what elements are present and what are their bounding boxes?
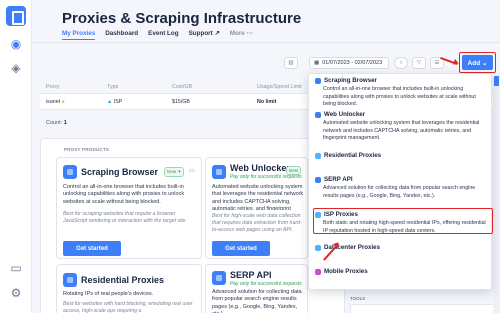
serp-api-icon [315,176,321,183]
warning-icon: ● [61,98,65,105]
product-card-scraping-browser[interactable]: Scraping Browser New ✦ ▭ Control an all-… [56,157,202,259]
menu-item-serp-api[interactable]: SERP API Advanced solution for collectin… [315,176,487,200]
residential-proxies-icon [63,273,77,287]
app-logo[interactable] [6,6,26,26]
card-note: Best for scraping websites that require … [63,211,186,225]
mobile-proxies-icon [315,268,321,275]
residential-proxies-icon [315,152,321,159]
column-header-cost[interactable]: Cost/GB [172,84,257,90]
scraping-browser-icon [63,165,77,179]
left-sidebar: ◉ ◈ ▭ ⚙ [0,0,32,313]
cell-proxy-type: ▲ ISP [107,98,123,105]
card-description: Control an all-in-one browser that inclu… [63,184,185,205]
product-card-serp-api[interactable]: SERP API Pay only for successful request… [205,264,308,313]
card-title: Scraping Browser [81,167,159,177]
tools-panel [350,304,495,313]
calendar-icon: ▦ [314,60,320,66]
page-title: Proxies & Scraping Infrastructure [62,10,302,27]
card-description: Automated website unlocking system that … [212,184,304,210]
card-title: Web Unlocker [230,163,290,173]
new-badge: New ✦ [164,167,185,177]
isp-proxies-highlight [313,208,493,234]
product-card-web-unlocker[interactable]: Web Unlocker Best Pay only for successfu… [205,157,308,259]
tab-my-proxies[interactable]: My Proxies [62,30,96,40]
add-button-highlight [459,52,496,73]
datacenter-proxies-icon [315,244,321,251]
scraping-browser-icon [315,77,321,84]
settings-gear-icon[interactable]: ⚙ [8,285,24,301]
right-edge-strip [493,73,500,313]
tab-event-log[interactable]: Event Log [148,30,178,40]
menu-item-mobile-proxies[interactable]: Mobile Proxies [315,268,487,275]
pay-note: Pay only for successful requests [230,174,302,180]
main-tabs: My Proxies Dashboard Event Log Support ↗… [62,30,253,40]
add-product-dropdown: Scraping Browser Control an all-in-one b… [308,73,492,290]
web-unlocker-icon [212,165,226,179]
web-unlocker-icon [315,111,321,118]
date-range-picker[interactable]: ▦ 01/07/2023 - 02/07/2023 [309,57,389,69]
tab-support[interactable]: Support ↗ [189,30,220,40]
layers-icon[interactable]: ◈ [8,60,24,76]
pay-note: Pay only for successful requests [230,281,302,287]
cell-proxy-name[interactable]: isanet ● [40,99,107,105]
tab-more[interactable]: More ⋯ [230,30,253,40]
tools-label: TOOLS [350,296,366,301]
card-title: Residential Proxies [81,275,165,285]
menu-item-web-unlocker[interactable]: Web Unlocker Automated website unlocking… [315,111,487,143]
menu-item-datacenter-proxies[interactable]: Datacenter Proxies [315,244,487,251]
tab-dashboard[interactable]: Dashboard [105,30,138,40]
column-header-proxy[interactable]: Proxy [40,84,107,90]
video-icon[interactable]: ▭ [189,167,195,174]
card-note: Best for high-scale web data collection … [212,213,302,233]
proxy-products-label: PROXY PRODUCTS [64,147,109,152]
cell-cost: $15/GB [172,98,190,105]
card-title: SERP API [230,270,272,280]
billing-card-icon[interactable]: ▭ [8,260,24,276]
get-started-button[interactable]: Get started [212,241,270,256]
menu-item-residential-proxies[interactable]: Residential Proxies [315,152,487,159]
search-icon[interactable]: ○ [394,57,408,69]
card-note: Best for websites with hard blocking, em… [63,301,193,313]
header-divider [32,42,500,43]
isp-icon: ▲ [107,98,113,105]
serp-api-icon [212,271,226,285]
row-count: Count: 1 [46,120,67,126]
menu-item-scraping-browser[interactable]: Scraping Browser Control an all-in-one b… [315,77,487,109]
location-pin-icon[interactable]: ◉ [8,36,24,52]
product-card-residential[interactable]: Residential Proxies Rotating IPs of real… [56,264,202,313]
card-description: Rotating IPs of real people's devices. [63,291,154,297]
filter-icon[interactable]: ▽ [412,57,426,69]
card-description: Advanced solution for collecting data fr… [212,289,302,313]
date-range-text: 01/07/2023 - 02/07/2023 [322,60,383,66]
column-header-type[interactable]: Type [107,84,172,90]
get-started-button[interactable]: Get started [63,241,121,256]
chart-icon[interactable]: ▥ [284,57,298,69]
